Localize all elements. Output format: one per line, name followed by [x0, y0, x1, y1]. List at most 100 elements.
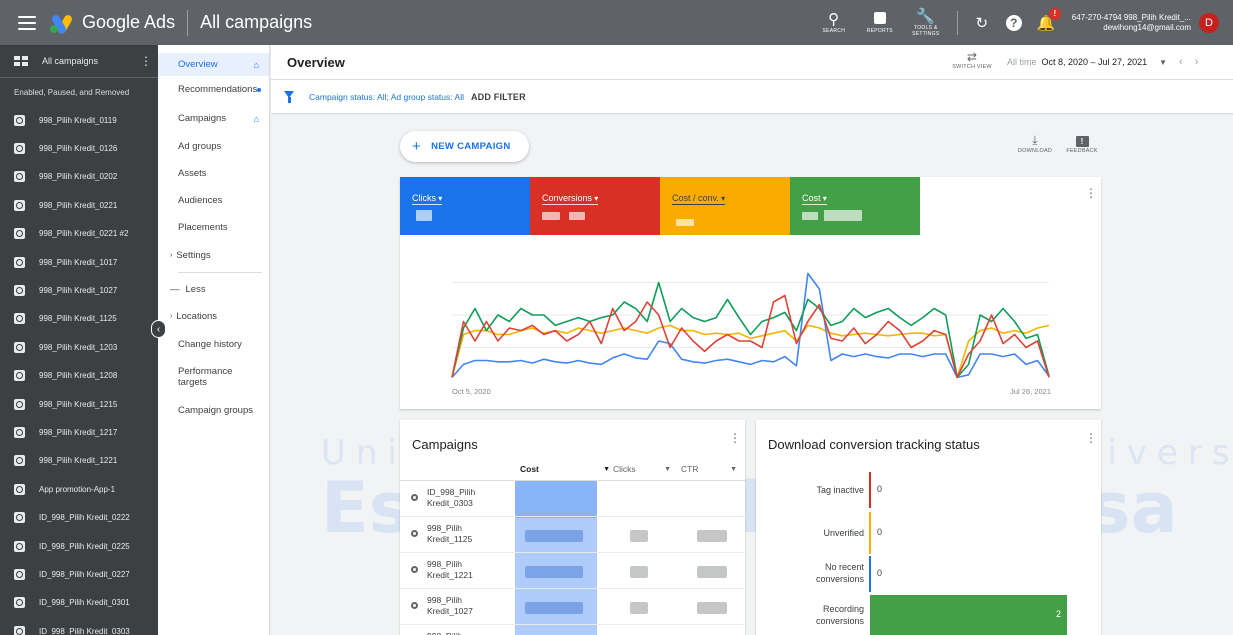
menu-item-change-history[interactable]: Change history: [158, 333, 269, 356]
metric-tile-cost-per-conv[interactable]: Cost / conv.: [660, 177, 790, 235]
status-bar: [869, 512, 871, 554]
more-vert-icon[interactable]: ⋮: [1085, 187, 1097, 199]
sidebar-campaign-label: ID_998_Pilih Kredit_0225: [39, 541, 130, 551]
menu-item-settings[interactable]: › Settings: [158, 244, 269, 267]
column-header-ctr[interactable]: CTR ▼: [681, 464, 737, 474]
dropdown-arrow-icon[interactable]: ▼: [1159, 58, 1167, 67]
column-header-clicks[interactable]: Clicks ▼: [613, 464, 671, 474]
campaign-status-icon: [411, 530, 418, 537]
sidebar-campaign-item[interactable]: 998_Pilih Kredit_1017: [0, 248, 158, 276]
performance-chart-card: Clicks Conversions Cost / conv. Cost ⋮ O…: [400, 177, 1101, 409]
filter-icon[interactable]: [284, 90, 295, 103]
campaign-name[interactable]: 998_Pilih Kredit_1221: [427, 559, 507, 581]
sidebar-campaign-item[interactable]: 998_Pilih Kredit_1217: [0, 418, 158, 446]
menu-item-performance-targets[interactable]: Performance targets: [158, 362, 269, 392]
sidebar-campaign-item[interactable]: ID_998_Pilih Kredit_0227: [0, 560, 158, 588]
sidebar-campaign-item[interactable]: 998_Pilih Kredit_1203: [0, 333, 158, 361]
active-filter[interactable]: Campaign status: All; Ad group status: A…: [309, 92, 464, 102]
notification-dot: [257, 87, 261, 92]
campaign-status-icon: [14, 285, 25, 297]
sidebar-campaign-item[interactable]: 998_Pilih Kredit_1215: [0, 390, 158, 418]
date-range-picker[interactable]: All time Oct 8, 2020 – Jul 27, 2021 ▼ ‹ …: [1007, 56, 1198, 68]
more-vert-icon[interactable]: ⋮: [729, 432, 741, 444]
clicks-value-blurred: [630, 530, 648, 542]
sidebar-campaign-item[interactable]: 998_Pilih Kredit_1125: [0, 305, 158, 333]
reports-button[interactable]: REPORTS: [857, 11, 903, 34]
notifications-button[interactable]: 🔔 !: [1035, 7, 1061, 34]
sidebar-campaign-item[interactable]: ID_998_Pilih Kredit_0225: [0, 532, 158, 560]
campaign-name[interactable]: 998_Pilih Kredit_1027: [427, 595, 507, 617]
search-button[interactable]: ⚲ SEARCH: [811, 11, 857, 34]
menu-item-less[interactable]: — Less: [158, 278, 269, 301]
avatar[interactable]: D: [1199, 12, 1219, 33]
sidebar-campaign-item[interactable]: 998_Pilih Kredit_1221: [0, 447, 158, 475]
add-filter-button[interactable]: ADD FILTER: [471, 92, 526, 102]
sidebar-campaign-item[interactable]: 998_Pilih Kredit_0221 #2: [0, 220, 158, 248]
menu-item-audiences[interactable]: Audiences: [158, 189, 269, 212]
series-line-cost: [451, 281, 1050, 379]
sidebar-campaign-item[interactable]: App promotion-App-1: [0, 475, 158, 503]
menu-item-overview[interactable]: Overview ⌂: [158, 53, 269, 76]
sidebar-campaign-item[interactable]: 998_Pilih Kredit_0202: [0, 163, 158, 191]
switch-view-label: SWITCH VIEW: [952, 64, 992, 70]
new-campaign-button[interactable]: + NEW CAMPAIGN: [400, 131, 529, 162]
sidebar-campaign-item[interactable]: 998_Pilih Kredit_0126: [0, 134, 158, 162]
menu-item-locations[interactable]: › Locations: [158, 305, 269, 328]
collapse-sidebar-button[interactable]: ‹: [151, 320, 166, 338]
metric-tile-clicks[interactable]: Clicks: [400, 177, 530, 235]
download-button[interactable]: ⤓ DOWNLOAD: [1015, 133, 1055, 154]
refresh-icon[interactable]: ↻: [971, 12, 993, 34]
switch-view-button[interactable]: ⇄ SWITCH VIEW: [951, 50, 993, 70]
campaign-status-icon: [14, 483, 25, 495]
campaign-filter-label[interactable]: Enabled, Paused, and Removed: [0, 78, 158, 106]
search-icon: ⚲: [828, 11, 840, 28]
campaign-status-icon: [14, 199, 25, 211]
metric-tile-cost[interactable]: Cost: [790, 177, 920, 235]
help-button[interactable]: ?: [1003, 12, 1025, 34]
collapse-dash-icon: —: [170, 284, 180, 295]
sidebar-campaign-item[interactable]: 998_Pilih Kredit_0119: [0, 106, 158, 134]
menu-item-ad-groups[interactable]: Ad groups: [158, 135, 269, 158]
campaign-name[interactable]: 998_Pilih: [427, 631, 507, 635]
table-row[interactable]: 998_PilihIDR2.311.615,629.0994,79%: [400, 625, 745, 635]
table-row[interactable]: 998_Pilih Kredit_1221: [400, 553, 745, 589]
menu-item-placements[interactable]: Placements: [158, 216, 269, 239]
all-campaigns-header[interactable]: All campaigns ⋮: [0, 45, 158, 78]
more-vert-icon[interactable]: ⋮: [1085, 432, 1097, 444]
feedback-button[interactable]: ! FEEDBACK: [1062, 133, 1102, 154]
menu-item-recommendations[interactable]: Recommendations: [158, 78, 269, 101]
previous-period-icon[interactable]: ‹: [1179, 56, 1183, 68]
next-period-icon[interactable]: ›: [1195, 56, 1199, 68]
swap-icon: ⇄: [966, 50, 978, 64]
date-range-value: Oct 8, 2020 – Jul 27, 2021: [1041, 57, 1148, 67]
sidebar-campaign-label: 998_Pilih Kredit_0119: [39, 115, 117, 125]
sidebar-campaign-item[interactable]: ID_998_Pilih Kredit_0303: [0, 617, 158, 635]
sidebar-campaign-item[interactable]: ID_998_Pilih Kredit_0301: [0, 589, 158, 617]
sidebar-campaign-label: 998_Pilih Kredit_1221: [39, 456, 118, 466]
table-row[interactable]: 998_Pilih Kredit_1125: [400, 517, 745, 553]
menu-item-label: Performance: [178, 366, 233, 377]
table-row[interactable]: 998_Pilih Kredit_1027: [400, 589, 745, 625]
campaign-status-icon: [14, 228, 25, 240]
menu-item-campaigns[interactable]: Campaigns ⌂: [158, 107, 269, 130]
campaign-status-icon: [14, 398, 25, 410]
menu-icon[interactable]: [18, 15, 36, 30]
account-info[interactable]: 647-270-4794 998_Pilih Kredit_... dewiho…: [1072, 13, 1191, 33]
sidebar-campaign-item[interactable]: 998_Pilih Kredit_0221: [0, 191, 158, 219]
x-axis-end-label: Jul 26, 2021: [1010, 387, 1051, 396]
sidebar-campaign-item[interactable]: ID_998_Pilih Kredit_0222: [0, 503, 158, 531]
sidebar-campaign-item[interactable]: 998_Pilih Kredit_1027: [0, 276, 158, 304]
sidebar-campaign-item[interactable]: 998_Pilih Kredit_1208: [0, 362, 158, 390]
campaign-name[interactable]: 998_Pilih Kredit_1125: [427, 523, 507, 545]
table-row[interactable]: ID_998_Pilih Kredit_0303: [400, 481, 745, 517]
menu-item-assets[interactable]: Assets: [158, 162, 269, 185]
cost-value-blurred: [525, 566, 583, 578]
tools-settings-button[interactable]: 🔧 TOOLS & SETTINGS: [903, 8, 949, 37]
expand-arrow-icon: ›: [170, 313, 173, 320]
more-vert-icon[interactable]: ⋮: [140, 55, 152, 67]
column-header-cost[interactable]: Cost ▼: [520, 464, 610, 474]
campaign-name[interactable]: ID_998_Pilih Kredit_0303: [427, 487, 507, 509]
metric-tile-conversions[interactable]: Conversions: [530, 177, 660, 235]
menu-item-campaign-groups[interactable]: Campaign groups: [158, 399, 269, 422]
menu-separator: [178, 272, 262, 273]
